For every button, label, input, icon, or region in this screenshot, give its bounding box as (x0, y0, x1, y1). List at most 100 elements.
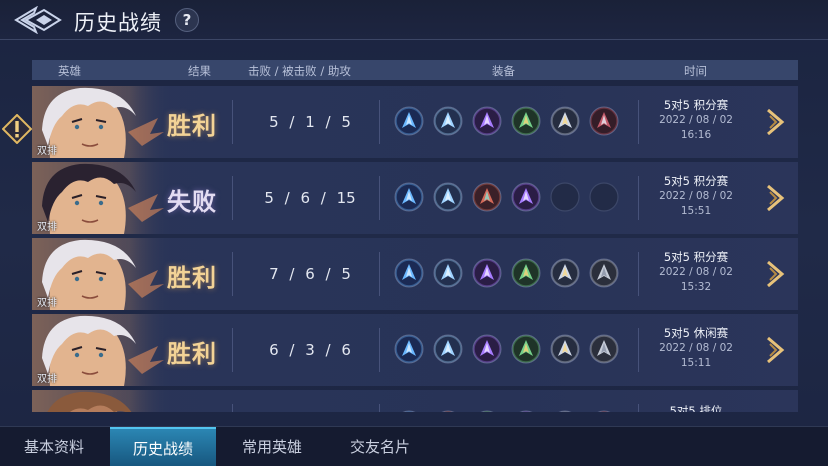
silver-sword-item-icon (550, 410, 580, 412)
divider (232, 176, 233, 220)
divider (638, 404, 639, 412)
duo-queue-tag: 双排 (37, 222, 57, 233)
tab-match-history[interactable]: 历史战绩 (110, 427, 216, 466)
match-row[interactable]: 双排 胜利 6 / 3 / 6 5对5 休闲赛 2022 / 08 / 02 1… (32, 314, 798, 386)
match-time: 5对5 排位 (646, 404, 746, 412)
duo-queue-tag: 双排 (37, 298, 57, 309)
silver-sword-item-icon (550, 258, 580, 288)
column-header-kda: 击败 / 被击败 / 助攻 (248, 64, 351, 78)
empty-item-slot (550, 182, 580, 212)
match-date: 2022 / 08 / 02 (659, 114, 733, 126)
blue-boots-item-icon (394, 182, 424, 212)
match-result: 胜利 (167, 340, 217, 368)
match-date: 2022 / 08 / 02 (659, 190, 733, 202)
frost-blade-item-icon (433, 106, 463, 136)
tab-basic-info[interactable]: 基本资料 (0, 427, 108, 466)
table-header: 英雄 结果 击败 / 被击败 / 助攻 装备 时间 (32, 60, 798, 80)
divider (638, 252, 639, 296)
match-time: 5对5 积分赛 2022 / 08 / 02 15:51 (646, 174, 746, 219)
match-mode: 5对5 休闲赛 (663, 326, 729, 340)
jade-crown-item-icon (511, 334, 541, 364)
blue-boots-item-icon (394, 410, 424, 412)
blue-boots-item-icon (394, 334, 424, 364)
chevron-right-icon[interactable] (764, 260, 788, 288)
empty-item-slot (589, 182, 619, 212)
jade-crown-item-icon (511, 258, 541, 288)
purple-blade-item-icon (511, 410, 541, 412)
divider (638, 328, 639, 372)
silver-sword-item-icon (550, 334, 580, 364)
match-date: 2022 / 08 / 02 (659, 342, 733, 354)
crimson-axe-item-icon (589, 106, 619, 136)
purple-blade-item-icon (472, 258, 502, 288)
match-result: 失败 (167, 188, 217, 216)
match-row[interactable]: 双排 失败 5 / 6 / 15 5对5 积分赛 2022 / 08 / 02 … (32, 162, 798, 234)
kda-score: 5 / 6 / 15 (264, 189, 356, 207)
match-date: 2022 / 08 / 02 (659, 266, 733, 278)
hero-portrait (32, 390, 172, 412)
match-time: 5对5 休闲赛 2022 / 08 / 02 15:11 (646, 326, 746, 371)
match-clock: 15:32 (680, 281, 712, 293)
frost-blade-item-icon (433, 334, 463, 364)
divider (232, 404, 233, 412)
warning-icon[interactable] (2, 114, 32, 144)
divider (232, 328, 233, 372)
top-bar: 历史战绩 ? (0, 0, 828, 40)
match-history-list[interactable]: 双排 胜利 5 / 1 / 5 5对5 积分赛 2022 / 08 / 02 1… (32, 86, 798, 412)
frost-blade-item-icon (433, 182, 463, 212)
purple-blade-item-icon (472, 334, 502, 364)
divider (638, 100, 639, 144)
divider (379, 252, 380, 296)
column-header-hero: 英雄 (58, 64, 81, 78)
silver-disc-item-icon (589, 334, 619, 364)
match-time: 5对5 积分赛 2022 / 08 / 02 16:16 (646, 98, 746, 143)
duo-queue-tag: 双排 (37, 146, 57, 157)
jade-crown-item-icon (511, 106, 541, 136)
divider (379, 328, 380, 372)
purple-blade-item-icon (511, 182, 541, 212)
match-row[interactable]: 5对5 排位 (32, 390, 798, 412)
help-icon[interactable]: ? (175, 8, 199, 32)
kda-score: 5 / 1 / 5 (269, 113, 351, 131)
match-row[interactable]: 双排 胜利 7 / 6 / 5 5对5 积分赛 2022 / 08 / 02 1… (32, 238, 798, 310)
match-mode: 5对5 排位 (669, 404, 723, 412)
column-header-result: 结果 (188, 64, 211, 78)
duo-queue-tag: 双排 (37, 374, 57, 385)
purple-blade-item-icon (472, 106, 502, 136)
crimson-axe-item-icon (589, 410, 619, 412)
match-result: 胜利 (167, 112, 217, 140)
blue-boots-item-icon (394, 258, 424, 288)
kda-score: 6 / 3 / 6 (269, 341, 351, 359)
column-header-time: 时间 (684, 64, 707, 78)
crimson-shield-item-icon (433, 410, 463, 412)
divider (638, 176, 639, 220)
match-clock: 16:16 (680, 129, 712, 141)
divider (379, 100, 380, 144)
tab-common-heroes[interactable]: 常用英雄 (218, 427, 326, 466)
silver-disc-item-icon (589, 258, 619, 288)
divider (379, 176, 380, 220)
chevron-right-icon[interactable] (764, 336, 788, 364)
bottom-tab-bar: 基本资料 历史战绩 常用英雄 交友名片 (0, 426, 828, 466)
match-result: 胜利 (167, 264, 217, 292)
column-header-equipment: 装备 (492, 64, 515, 78)
match-mode: 5对5 积分赛 (663, 250, 729, 264)
match-clock: 15:11 (680, 357, 712, 369)
chevron-right-icon[interactable] (764, 108, 788, 136)
match-mode: 5对5 积分赛 (663, 174, 729, 188)
jade-crown-item-icon (472, 410, 502, 412)
match-clock: 15:51 (680, 205, 712, 217)
match-row[interactable]: 双排 胜利 5 / 1 / 5 5对5 积分赛 2022 / 08 / 02 1… (32, 86, 798, 158)
divider (379, 404, 380, 412)
back-arrow-icon[interactable] (12, 6, 64, 34)
page-title: 历史战绩 (74, 11, 162, 35)
chevron-right-icon[interactable] (764, 184, 788, 212)
kda-score: 7 / 6 / 5 (269, 265, 351, 283)
tab-friend-card[interactable]: 交友名片 (326, 427, 434, 466)
divider (232, 100, 233, 144)
crimson-shield-item-icon (472, 182, 502, 212)
match-mode: 5对5 积分赛 (663, 98, 729, 112)
silver-sword-item-icon (550, 106, 580, 136)
divider (232, 252, 233, 296)
frost-blade-item-icon (433, 258, 463, 288)
